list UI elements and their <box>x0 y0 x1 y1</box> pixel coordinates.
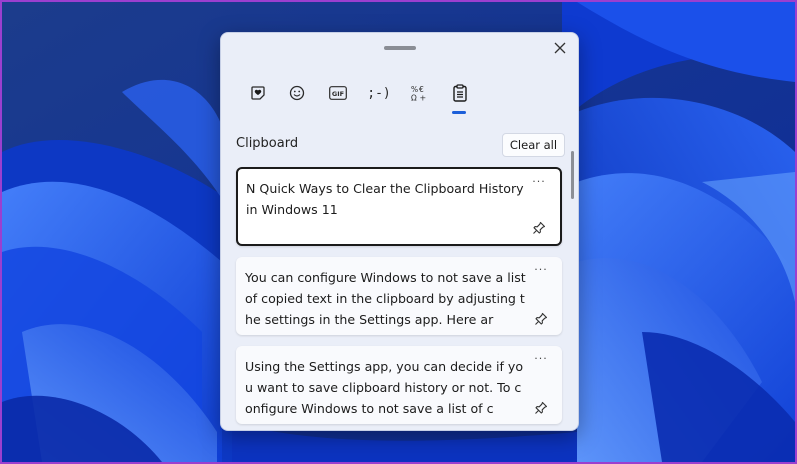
more-options-button[interactable]: ··· <box>530 175 548 191</box>
close-button[interactable] <box>551 39 569 57</box>
clipboard-item-text: You can configure Windows to not save a … <box>245 270 526 327</box>
gif-icon: GIF <box>329 86 347 100</box>
pin-icon <box>533 221 546 234</box>
svg-text:GIF: GIF <box>332 90 344 98</box>
tab-clipboard[interactable] <box>445 81 475 105</box>
clear-all-button[interactable]: Clear all <box>502 133 565 157</box>
clipboard-item-text: N Quick Ways to Clear the Clipboard Hist… <box>246 181 524 217</box>
clipboard-item[interactable]: N Quick Ways to Clear the Clipboard Hist… <box>236 167 562 246</box>
close-icon <box>554 42 566 54</box>
tab-kaomoji[interactable]: ;-) <box>364 81 394 105</box>
clipboard-item-text: Using the Settings app, you can decide i… <box>245 359 524 416</box>
smiley-icon <box>289 85 305 101</box>
pin-button[interactable] <box>534 311 550 327</box>
symbols-icon: % € Ω + <box>411 85 427 103</box>
svg-text:+: + <box>420 94 427 103</box>
clipboard-item[interactable]: Using the Settings app, you can decide i… <box>236 346 562 424</box>
clipboard-history-panel: GIF ;-) % € Ω + Clipboard Clear all N Qu… <box>220 32 579 431</box>
tab-emoji[interactable] <box>282 81 312 105</box>
sticker-heart-icon <box>251 86 265 100</box>
pin-button[interactable] <box>534 400 550 416</box>
screenshot-frame: GIF ;-) % € Ω + Clipboard Clear all N Qu… <box>0 0 797 464</box>
active-tab-indicator <box>452 111 466 114</box>
tab-gif[interactable]: GIF <box>323 81 353 105</box>
more-options-button[interactable]: ··· <box>532 352 550 368</box>
section-title: Clipboard <box>236 136 299 151</box>
drag-handle[interactable] <box>384 46 416 50</box>
clipboard-icon <box>453 84 467 102</box>
pin-button[interactable] <box>532 220 548 236</box>
kaomoji-icon: ;-) <box>367 85 391 101</box>
more-options-button[interactable]: ··· <box>532 263 550 279</box>
pin-icon <box>535 312 548 325</box>
pin-icon <box>535 401 548 414</box>
svg-text:Ω: Ω <box>411 94 417 103</box>
tab-favorites[interactable] <box>243 81 273 105</box>
scrollbar[interactable] <box>571 151 574 199</box>
tab-symbols[interactable]: % € Ω + <box>404 81 434 105</box>
clipboard-item[interactable]: You can configure Windows to not save a … <box>236 257 562 335</box>
